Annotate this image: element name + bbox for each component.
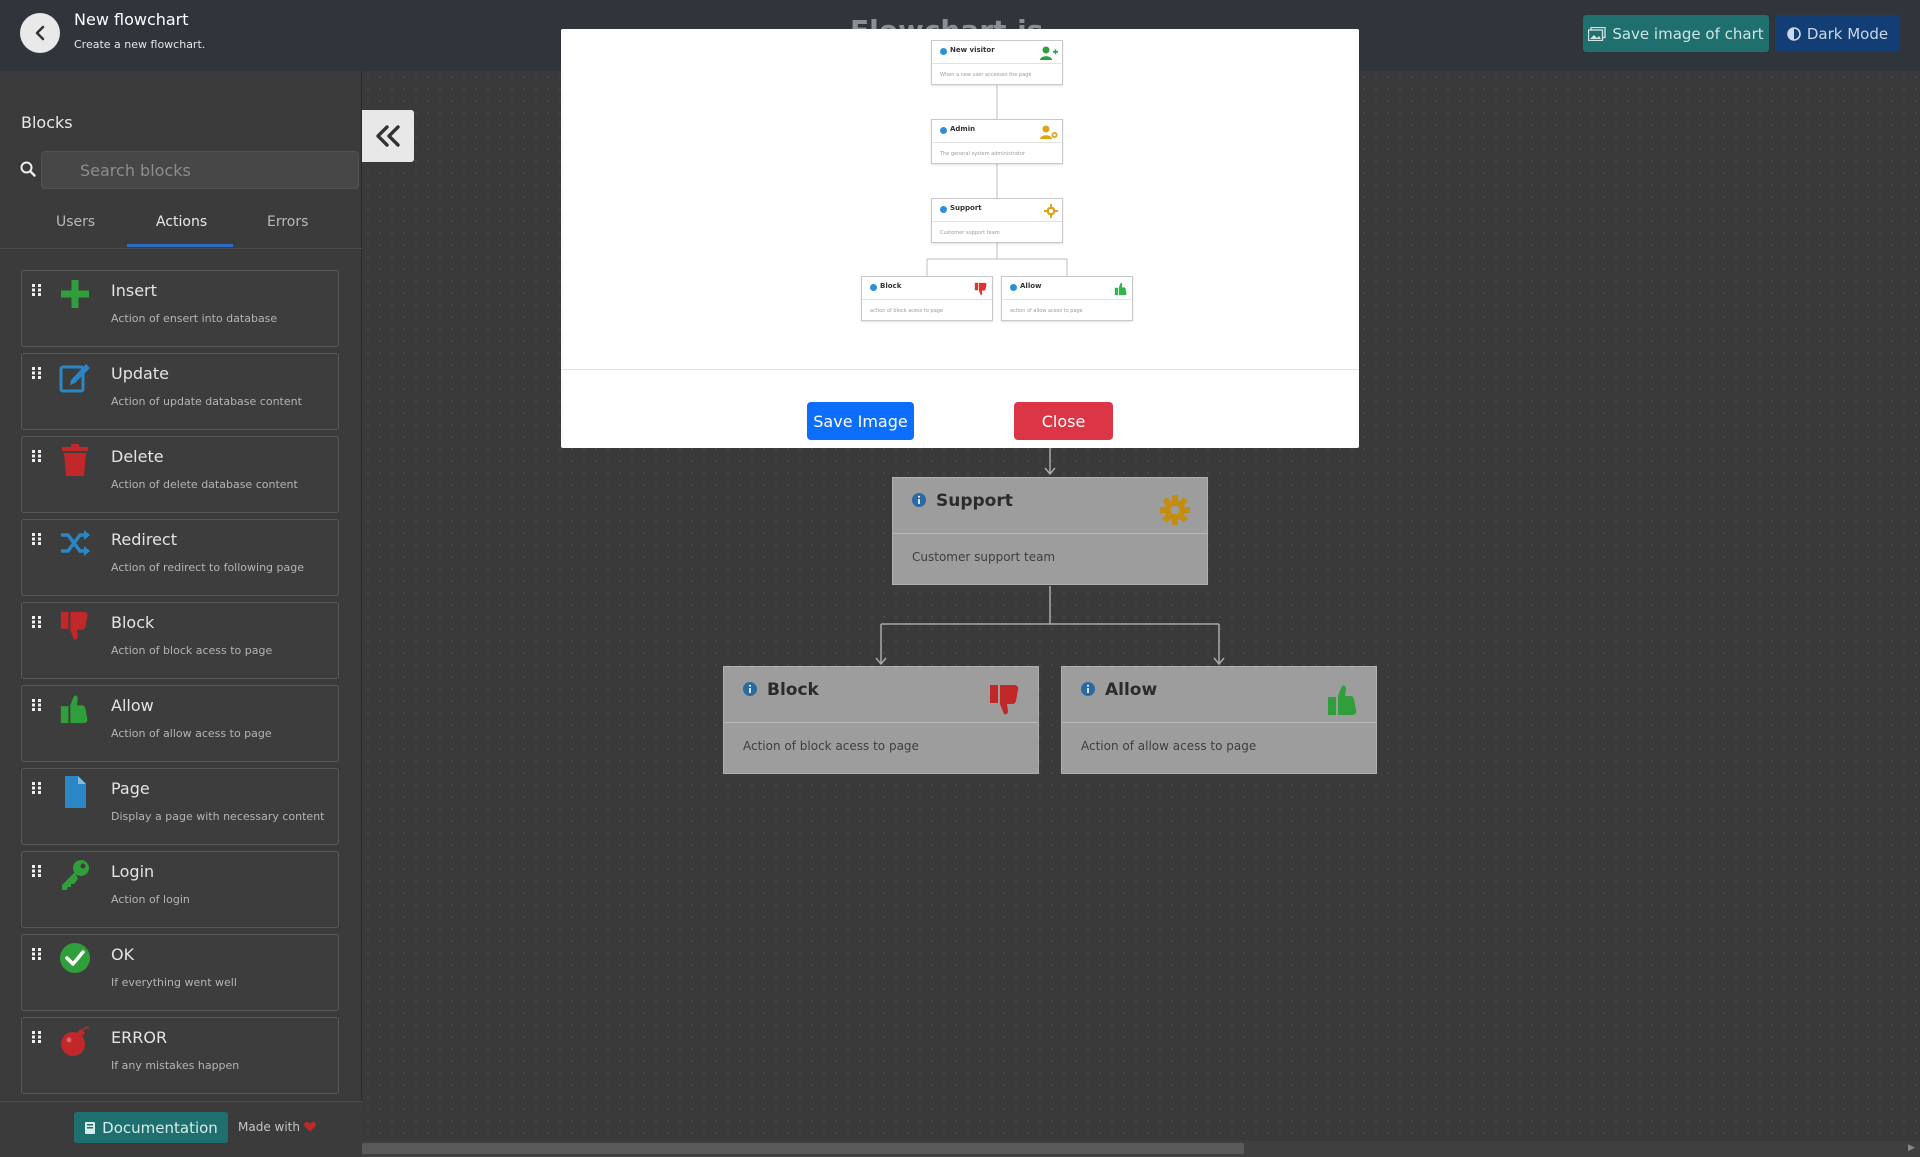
preview-node-description: The general system administrator	[940, 151, 1025, 157]
thumbs-up-icon	[1114, 283, 1127, 296]
preview-node-title: New visitor	[950, 46, 995, 54]
preview-node-title: Block	[880, 282, 902, 290]
preview-node-description: When a new user accesses the page	[940, 72, 1032, 78]
preview-connectors	[926, 85, 1068, 276]
info-icon	[1010, 284, 1017, 291]
user-gear-icon	[1040, 125, 1058, 139]
info-icon	[870, 284, 877, 291]
user-plus-icon	[1040, 46, 1058, 60]
thumbs-down-icon	[974, 282, 987, 295]
preview-node-title: Admin	[950, 125, 976, 133]
preview-node-new-visitor: New visitor When a new user accesses the…	[931, 40, 1063, 85]
info-icon	[940, 206, 947, 213]
preview-node-support: Support Customer support team	[931, 198, 1063, 243]
preview-node-admin: Admin The general system administrator	[931, 119, 1063, 164]
gear-icon	[1044, 204, 1058, 218]
preview-node-title: Support	[950, 204, 982, 212]
preview-node-description: Customer support team	[940, 230, 1000, 236]
preview-node-description: action of allow acess to page	[1010, 308, 1083, 314]
save-image-button[interactable]: Save Image	[807, 402, 914, 440]
close-modal-button[interactable]: Close	[1014, 402, 1113, 440]
info-icon	[940, 48, 947, 55]
preview-node-block: Block action of block acess to page	[861, 276, 993, 321]
preview-node-allow: Allow action of allow acess to page	[1001, 276, 1133, 321]
info-icon	[940, 127, 947, 134]
preview-node-description: action of block acess to page	[870, 308, 944, 314]
preview-node-title: Allow	[1020, 282, 1042, 290]
